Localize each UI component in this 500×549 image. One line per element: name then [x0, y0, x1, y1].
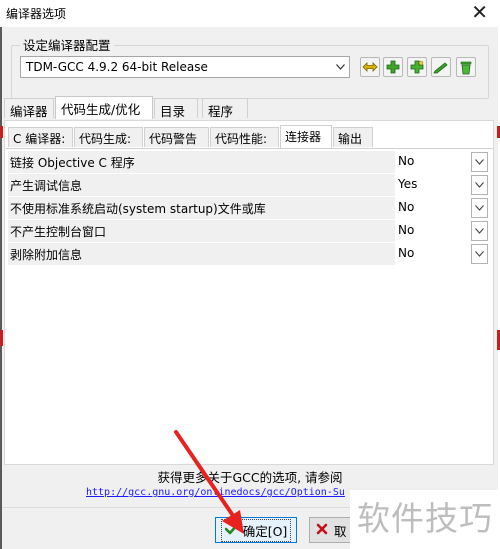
tab-codegen-optimize[interactable]: 代码生成/优化 [55, 96, 153, 119]
tab-linker[interactable]: 连接器 [280, 125, 332, 148]
annotation-arrow-icon [174, 430, 244, 534]
